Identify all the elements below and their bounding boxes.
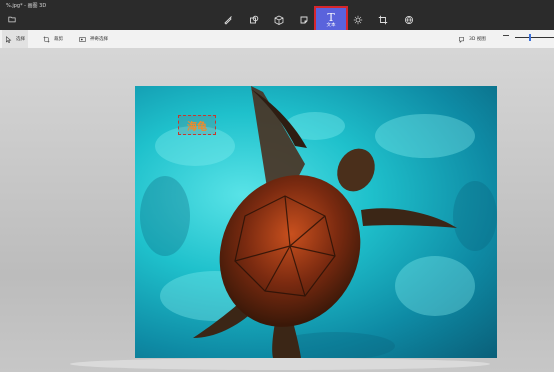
select-label: 选择	[16, 37, 25, 42]
tool-3d-shapes[interactable]	[266, 9, 292, 31]
tool-canvas[interactable]	[370, 9, 396, 31]
sticker-icon	[300, 16, 308, 24]
tool-effects[interactable]	[345, 9, 371, 31]
text-icon: T	[327, 10, 335, 24]
view-3d-icon	[459, 36, 464, 43]
crop-label: 裁剪	[54, 37, 63, 42]
tool-3d-library[interactable]	[396, 9, 422, 31]
tool-stickers[interactable]	[291, 9, 317, 31]
select-button[interactable]: 选择	[2, 30, 28, 48]
magic-select-button[interactable]: 神奇选择	[76, 30, 111, 48]
crop-button[interactable]: 裁剪	[40, 30, 66, 48]
folder-menu-icon[interactable]	[8, 16, 16, 23]
tool-text-label: 文本	[326, 22, 336, 28]
workspace-floor	[70, 358, 490, 370]
cursor-icon	[6, 35, 12, 43]
canvas-crop-icon	[378, 15, 388, 25]
magic-select-label: 神奇选择	[90, 37, 108, 42]
crop-icon	[43, 36, 50, 42]
library-icon	[405, 16, 413, 25]
view-3d-label: 3D 视图	[469, 37, 486, 42]
view-3d-button[interactable]: 3D 视图	[455, 30, 489, 48]
tool-brushes[interactable]	[215, 9, 241, 31]
window-title: %.jpg* - 画图 3D	[6, 3, 47, 9]
shapes-2d-icon	[250, 15, 259, 24]
zoom-out-button[interactable]	[503, 35, 509, 36]
zoom-slider[interactable]	[515, 37, 554, 38]
zoom-slider-thumb[interactable]	[529, 34, 531, 41]
tool-2d-shapes[interactable]	[241, 9, 267, 31]
effects-icon	[353, 15, 363, 25]
tool-text[interactable]: T 文本	[314, 6, 348, 34]
brush-icon	[224, 16, 232, 25]
text-box[interactable]: 海龟	[178, 115, 216, 135]
sub-toolbar: 选择 裁剪 神奇选择 3D 视图	[0, 30, 554, 49]
magic-select-icon	[79, 36, 86, 42]
cube-icon	[274, 15, 284, 25]
